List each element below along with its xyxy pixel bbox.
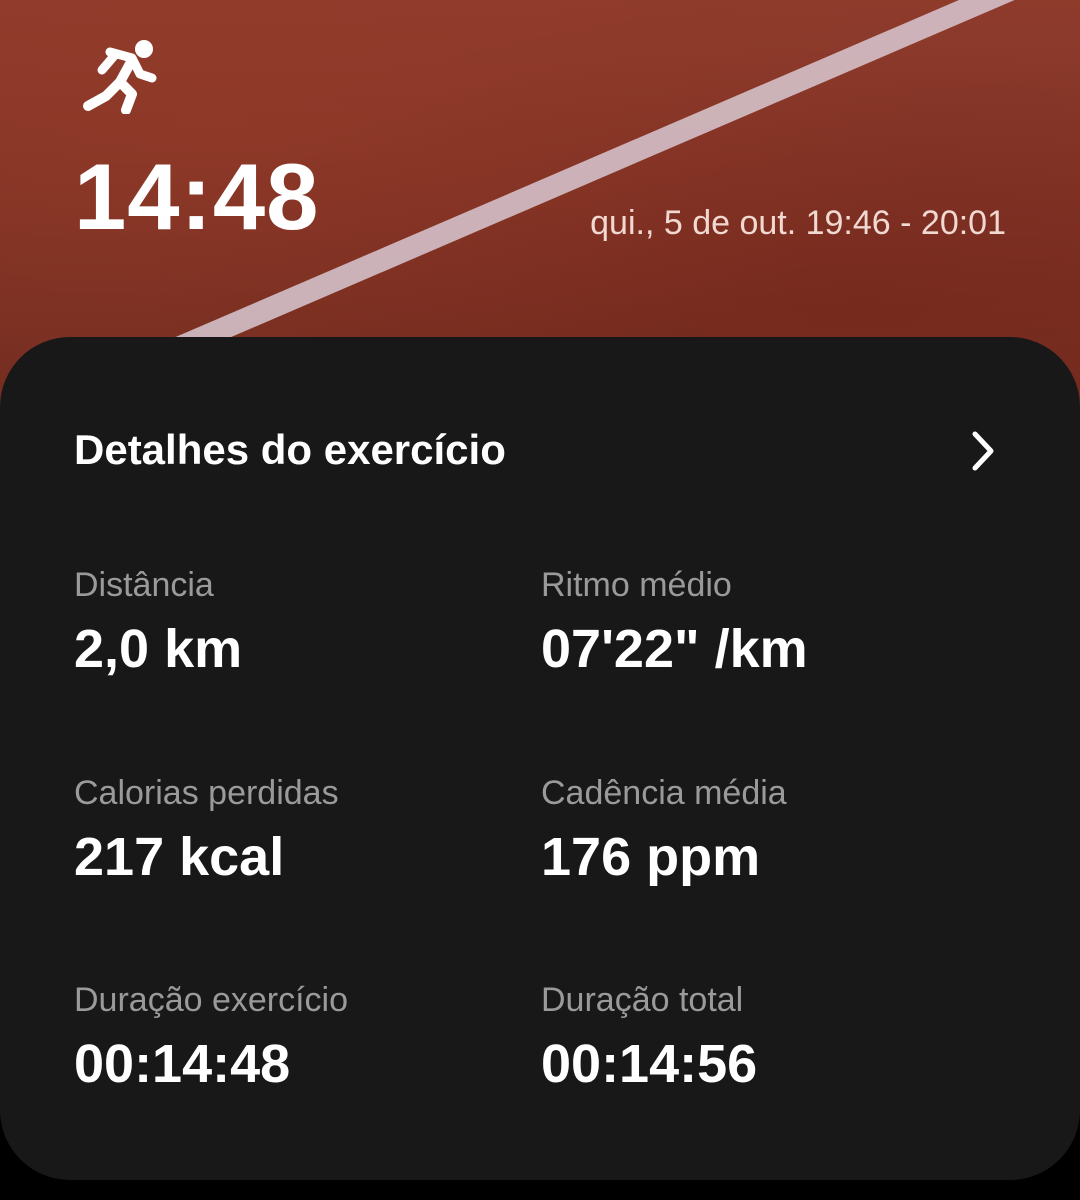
chevron-right-icon[interactable]: [970, 429, 996, 473]
stat-distance: Distância 2,0 km: [74, 566, 494, 680]
stat-value: 07'22" /km: [541, 619, 808, 680]
exercise-summary-screen: 14:48 qui., 5 de out. 19:46 - 20:01 Deta…: [0, 0, 1080, 1200]
stat-value: 217 kcal: [74, 827, 285, 888]
stat-value: 2,0 km: [74, 619, 243, 680]
stat-label: Distância: [74, 566, 214, 604]
stat-label: Ritmo médio: [541, 566, 732, 604]
stat-label: Duração exercício: [74, 981, 349, 1019]
exercise-details-header[interactable]: Detalhes do exercício: [74, 423, 1006, 479]
exercise-date-range: qui., 5 de out. 19:46 - 20:01: [590, 204, 1006, 242]
stat-label: Duração total: [541, 981, 744, 1019]
stat-avg-cadence: Cadência média 176 ppm: [541, 774, 961, 888]
running-person-icon: [83, 40, 157, 114]
card-title: Detalhes do exercício: [74, 426, 506, 473]
stat-value: 176 ppm: [541, 827, 761, 888]
stat-label: Cadência média: [541, 774, 787, 812]
stat-value: 00:14:56: [541, 1034, 758, 1095]
stat-value: 00:14:48: [74, 1034, 291, 1095]
stat-total-duration: Duração total 00:14:56: [541, 981, 961, 1095]
stat-exercise-duration: Duração exercício 00:14:48: [74, 981, 494, 1095]
exercise-duration-headline: 14:48: [74, 144, 320, 249]
exercise-details-card: Detalhes do exercício Distância 2,0 km R…: [0, 337, 1080, 1180]
stat-avg-pace: Ritmo médio 07'22" /km: [541, 566, 961, 680]
stat-label: Calorias perdidas: [74, 774, 339, 812]
stat-calories: Calorias perdidas 217 kcal: [74, 774, 494, 888]
